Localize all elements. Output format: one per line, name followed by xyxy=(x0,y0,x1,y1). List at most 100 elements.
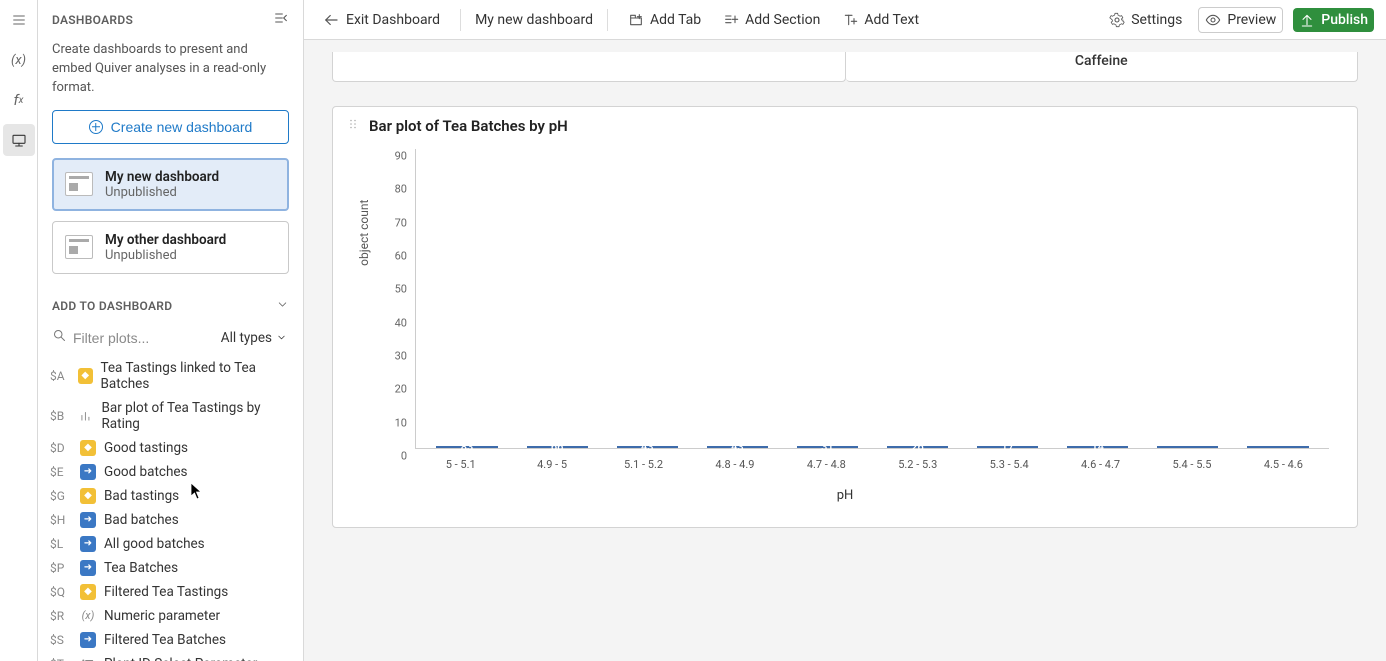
item-code: $A xyxy=(50,369,70,383)
transform-icon: ➜ xyxy=(80,632,96,648)
add-text-button[interactable]: Add Text xyxy=(836,8,925,32)
collapse-sidebar-icon[interactable] xyxy=(273,10,289,29)
x-tick-label: 4.8 - 4.9 xyxy=(689,458,780,471)
variable-icon[interactable]: (x) xyxy=(3,44,35,76)
item-code: $E xyxy=(50,465,72,479)
item-code: $P xyxy=(50,561,72,575)
plot-item[interactable]: $S ➜ Filtered Tea Batches xyxy=(38,628,303,652)
dashboard-icon[interactable] xyxy=(3,124,35,156)
dashboard-card-title: My new dashboard xyxy=(105,169,219,185)
type-filter-select[interactable]: All types xyxy=(219,326,289,350)
x-tick-label: 5.3 - 5.4 xyxy=(963,458,1054,471)
plot-item[interactable]: $L ➜ All good batches xyxy=(38,532,303,556)
plot-item[interactable]: $B Bar plot of Tea Tastings by Rating xyxy=(38,396,303,436)
dashboard-card-status: Unpublished xyxy=(105,248,226,263)
object-set-icon: ◆ xyxy=(78,368,93,384)
dashboard-card-icon xyxy=(65,235,93,259)
bar[interactable]: 43 xyxy=(707,446,768,448)
item-code: $R xyxy=(50,609,72,623)
plot-item[interactable]: $A ◆ Tea Tastings linked to Tea Batches xyxy=(38,356,303,396)
y-tick: 90 xyxy=(395,150,407,163)
bar[interactable]: 83 xyxy=(436,446,497,448)
bar[interactable]: 6 xyxy=(1157,446,1218,448)
bar-value-label: 26 xyxy=(911,441,924,454)
bar[interactable]: 26 xyxy=(887,446,948,448)
search-icon xyxy=(52,328,67,347)
preview-button[interactable]: Preview xyxy=(1198,7,1283,33)
dashboard-card-status: Unpublished xyxy=(105,185,219,200)
bar[interactable]: 5 xyxy=(1247,446,1308,448)
bar-value-label: 14 xyxy=(1091,441,1104,454)
plot-item[interactable]: $T Plant ID Select Parameter xyxy=(38,652,303,661)
x-tick-label: 5.1 - 5.2 xyxy=(598,458,689,471)
bar-slot: 43 xyxy=(602,446,692,448)
bar-slot: 6 xyxy=(1143,446,1233,448)
settings-button[interactable]: Settings xyxy=(1103,8,1188,32)
y-tick: 30 xyxy=(395,349,407,362)
plot-item[interactable]: $P ➜ Tea Batches xyxy=(38,556,303,580)
canvas: Caffeine Bar plot of Tea Batches by pH o… xyxy=(304,40,1386,661)
bar[interactable]: 17 xyxy=(977,446,1038,448)
bar-slot: 43 xyxy=(692,446,782,448)
chevron-down-icon xyxy=(276,298,289,314)
item-label: Numeric parameter xyxy=(104,608,220,624)
plot-item[interactable]: $D ◆ Good tastings xyxy=(38,436,303,460)
dashboard-card[interactable]: My new dashboard Unpublished xyxy=(52,158,289,211)
exit-dashboard-button[interactable]: Exit Dashboard xyxy=(316,7,446,33)
add-tab-button[interactable]: Add Tab xyxy=(622,8,707,32)
item-label: Tea Tastings linked to Tea Batches xyxy=(101,360,290,392)
plot-item[interactable]: $Q ◆ Filtered Tea Tastings xyxy=(38,580,303,604)
plot-item[interactable]: $G ◆ Bad tastings xyxy=(38,484,303,508)
exit-dashboard-label: Exit Dashboard xyxy=(346,12,440,28)
icon-rail: (x) fx xyxy=(0,0,38,661)
transform-icon: ➜ xyxy=(80,560,96,576)
item-label: Tea Batches xyxy=(104,560,178,576)
add-section-button[interactable]: Add Section xyxy=(717,8,826,32)
create-dashboard-button[interactable]: Create new dashboard xyxy=(52,110,289,144)
add-to-dashboard-label: ADD TO DASHBOARD xyxy=(52,299,172,313)
add-text-label: Add Text xyxy=(864,12,919,28)
item-label: Filtered Tea Tastings xyxy=(104,584,228,600)
function-icon[interactable]: fx xyxy=(3,84,35,116)
dashboard-card[interactable]: My other dashboard Unpublished xyxy=(52,221,289,274)
x-tick-label: 4.6 - 4.7 xyxy=(1055,458,1146,471)
bar-chart: object count 0102030405060708090 8366434… xyxy=(353,149,1337,509)
bar-slot: 26 xyxy=(872,446,962,448)
object-set-icon: ◆ xyxy=(80,440,96,456)
drag-handle-icon[interactable] xyxy=(347,117,359,135)
toolbar: Exit Dashboard My new dashboard Add Tab … xyxy=(304,0,1386,40)
y-tick: 0 xyxy=(401,450,407,463)
sidebar: DASHBOARDS Create dashboards to present … xyxy=(38,0,304,661)
add-to-dashboard-header[interactable]: ADD TO DASHBOARD xyxy=(38,284,303,320)
list-param-icon xyxy=(80,656,96,661)
filter-plots-input[interactable] xyxy=(73,330,211,346)
plus-circle-icon xyxy=(89,120,103,134)
item-code: $T xyxy=(50,657,72,661)
item-code: $S xyxy=(50,633,72,647)
publish-button[interactable]: Publish xyxy=(1293,8,1374,32)
plots-list: $A ◆ Tea Tastings linked to Tea Batches … xyxy=(38,356,303,661)
add-tab-label: Add Tab xyxy=(650,12,701,28)
bar[interactable]: 43 xyxy=(617,446,678,448)
bar[interactable]: 14 xyxy=(1067,446,1128,448)
bar-slot: 66 xyxy=(512,446,602,448)
type-filter-label: All types xyxy=(221,330,272,346)
y-tick: 10 xyxy=(395,416,407,429)
bar-slot: 14 xyxy=(1053,446,1143,448)
bar-slot: 83 xyxy=(422,446,512,448)
menu-icon[interactable] xyxy=(3,4,35,36)
item-label: All good batches xyxy=(104,536,205,552)
caffeine-panel: Caffeine xyxy=(846,52,1359,82)
bar[interactable]: 66 xyxy=(527,446,588,448)
bar-value-label: 43 xyxy=(731,441,744,454)
bar[interactable]: 31 xyxy=(797,446,858,448)
plot-item[interactable]: $E ➜ Good batches xyxy=(38,460,303,484)
sidebar-description: Create dashboards to present and embed Q… xyxy=(38,33,303,110)
bar-value-label: 66 xyxy=(551,441,564,454)
item-code: $D xyxy=(50,441,72,455)
plot-item[interactable]: $R (x) Numeric parameter xyxy=(38,604,303,628)
plot-item[interactable]: $H ➜ Bad batches xyxy=(38,508,303,532)
bar-value-label: 43 xyxy=(641,441,654,454)
item-label: Bad batches xyxy=(104,512,179,528)
bar-value-label: 83 xyxy=(461,441,474,454)
